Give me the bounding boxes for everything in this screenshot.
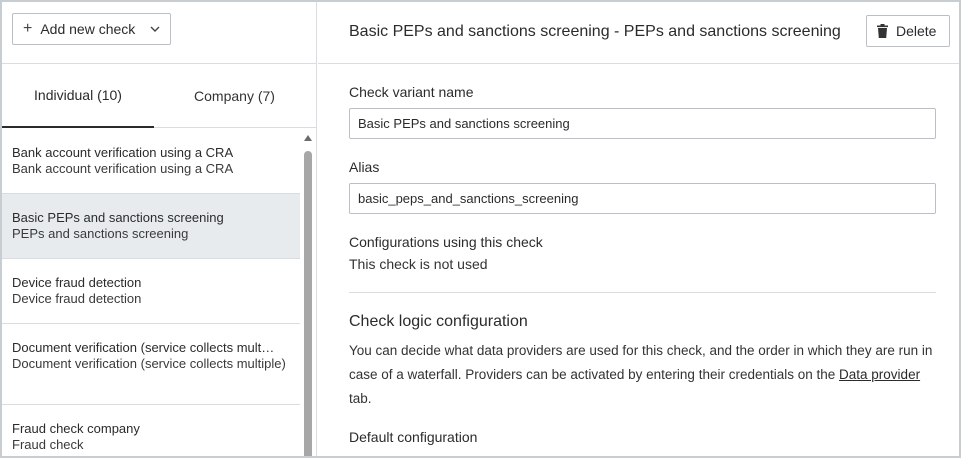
checks-sidebar: + Add new check Individual (10) Company …: [2, 2, 317, 456]
tab-company-label: Company (7): [194, 87, 275, 104]
app-window: + Add new check Individual (10) Company …: [0, 0, 961, 458]
variant-name-field: Check variant name: [349, 84, 937, 139]
list-item-title: Device fraud detection: [12, 275, 142, 290]
default-configuration-title: Default configuration: [349, 429, 478, 445]
variant-name-input[interactable]: [349, 108, 936, 139]
add-new-check-button[interactable]: + Add new check: [12, 13, 171, 45]
chevron-down-icon: [150, 26, 160, 32]
list-item[interactable]: Device fraud detection Device fraud dete…: [2, 259, 300, 324]
configurations-value: This check is not used: [349, 256, 488, 272]
sidebar-toolbar: + Add new check: [2, 2, 316, 64]
list-item[interactable]: Document verification (service collects …: [2, 324, 300, 405]
list-item-title: Fraud check company: [12, 421, 140, 436]
desc-text-after: tab.: [349, 391, 372, 406]
list-item-subtitle: Bank account verification using a CRA: [12, 161, 234, 176]
configurations-section: Configurations using this check This che…: [349, 234, 937, 272]
check-logic-title: Check logic configuration: [349, 313, 528, 330]
scrollbar-thumb[interactable]: [304, 151, 312, 456]
check-logic-description: You can decide what data providers are u…: [349, 339, 939, 411]
scroll-up-arrow-icon[interactable]: [304, 135, 312, 141]
list-item-subtitle: Device fraud detection: [12, 291, 142, 306]
trash-icon: [877, 24, 888, 38]
list-item-subtitle: Document verification (service collects …: [12, 356, 286, 371]
list-item-subtitle: PEPs and sanctions screening: [12, 226, 189, 241]
list-item-title: Bank account verification using a CRA: [12, 145, 234, 160]
tab-individual-label: Individual (10): [34, 87, 122, 103]
check-detail-panel: Basic PEPs and sanctions screening - PEP…: [318, 2, 959, 456]
alias-input[interactable]: [349, 183, 936, 214]
check-type-tabs: Individual (10) Company (7): [2, 64, 316, 128]
list-item-subtitle: Fraud check: [12, 437, 84, 452]
list-item[interactable]: Bank account verification using a CRA Ba…: [2, 129, 300, 194]
variant-name-label: Check variant name: [349, 84, 474, 100]
configurations-label: Configurations using this check: [349, 234, 543, 250]
page-title: Basic PEPs and sanctions screening - PEP…: [349, 23, 841, 40]
checks-list: Bank account verification using a CRA Ba…: [2, 129, 300, 456]
tab-individual[interactable]: Individual (10): [2, 64, 154, 128]
checks-list-container: Bank account verification using a CRA Ba…: [2, 129, 315, 456]
section-divider: [349, 292, 936, 293]
list-item-title: Document verification (service collects …: [12, 340, 275, 355]
list-item[interactable]: Basic PEPs and sanctions screening PEPs …: [2, 194, 300, 259]
alias-label: Alias: [349, 159, 380, 175]
detail-header: Basic PEPs and sanctions screening - PEP…: [318, 2, 959, 64]
tab-company[interactable]: Company (7): [154, 64, 315, 127]
delete-button[interactable]: Delete: [866, 15, 950, 47]
list-item-title: Basic PEPs and sanctions screening: [12, 210, 224, 225]
plus-icon: +: [23, 20, 33, 37]
alias-field: Alias: [349, 159, 937, 214]
check-logic-section: Check logic configuration You can decide…: [349, 313, 937, 445]
add-new-check-label: Add new check: [40, 21, 136, 37]
list-scrollbar[interactable]: [303, 129, 313, 456]
check-form: Check variant name Alias Configurations …: [349, 84, 937, 445]
list-item[interactable]: Fraud check company Fraud check: [2, 405, 300, 456]
delete-label: Delete: [896, 23, 937, 39]
data-provider-link[interactable]: Data provider: [839, 367, 920, 382]
